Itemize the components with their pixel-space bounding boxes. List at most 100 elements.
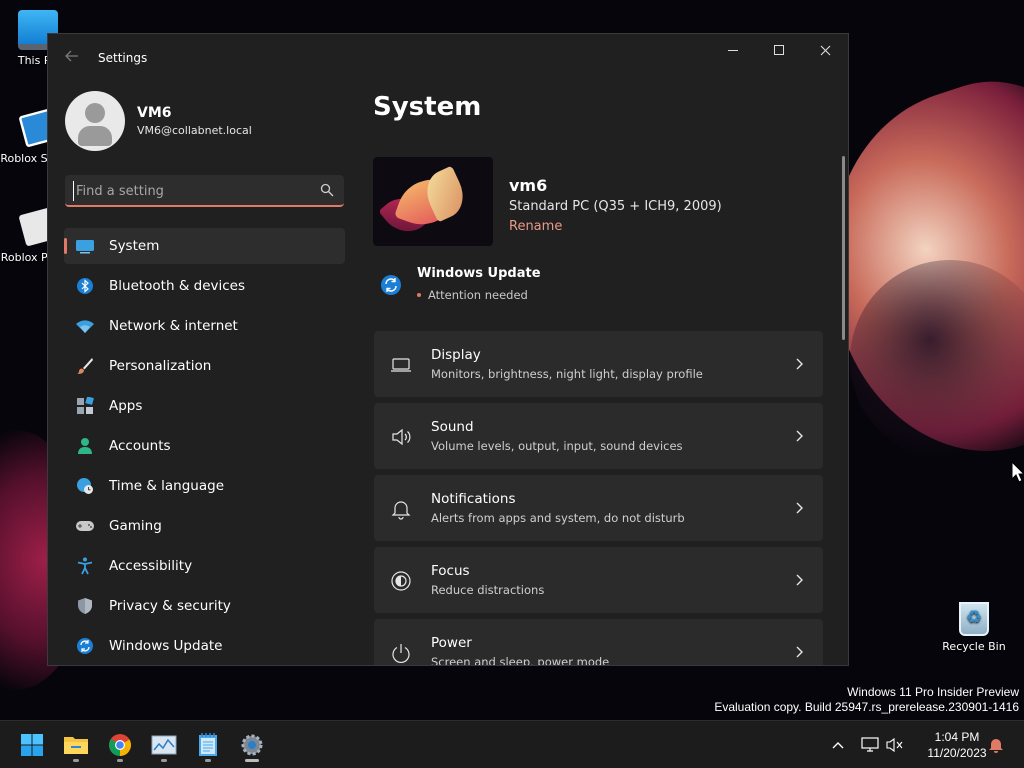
bell-icon [391,501,411,520]
back-button[interactable] [62,48,82,68]
person-icon [75,436,95,456]
sidebar-item-bluetooth[interactable]: Bluetooth & devices [64,268,345,304]
user-email: VM6@collabnet.local [137,124,252,137]
content-scrollbar[interactable] [842,156,845,340]
running-indicator [73,759,79,762]
sidebar-item-label: Bluetooth & devices [109,278,246,294]
sidebar-nav: System Bluetooth & devices Network & int… [64,228,345,665]
app-title: Settings [98,51,148,65]
chevron-right-icon [796,358,803,370]
settings-window: Settings VM6 VM6@collabnet.local Find a … [47,33,849,666]
power-icon [392,644,410,664]
back-arrow-icon [65,50,78,62]
card-description: Alerts from apps and system, do not dist… [431,511,685,525]
chrome-icon [109,734,131,756]
sidebar-item-system[interactable]: System [64,228,345,264]
running-indicator [205,759,211,762]
taskbar-task-manager[interactable] [144,729,184,762]
chevron-up-icon [832,742,844,749]
card-power[interactable]: Power Screen and sleep, power mode [374,619,823,666]
card-sound[interactable]: Sound Volume levels, output, input, soun… [374,403,823,469]
avatar-head [85,103,105,123]
notification-center-button[interactable] [986,735,1006,755]
build-watermark: Windows 11 Pro Insider Preview Evaluatio… [714,685,1019,715]
chevron-right-icon [796,646,803,658]
card-focus[interactable]: Focus Reduce distractions [374,547,823,613]
sidebar-item-label: Apps [109,398,143,414]
sidebar-item-personalization[interactable]: Personalization [64,348,345,384]
monitor-icon [75,236,95,256]
taskbar-file-explorer[interactable] [56,729,96,762]
sidebar-item-label: Privacy & security [109,598,231,614]
sidebar-item-label: Accounts [109,438,171,454]
bluetooth-icon [75,276,95,296]
avatar[interactable] [65,91,125,151]
globe-clock-icon [75,476,95,496]
user-name: VM6 [137,105,172,121]
settings-icon [241,734,263,756]
volume-muted-icon [886,737,903,753]
apps-icon [75,396,95,416]
windows-update-icon[interactable] [380,274,402,296]
sidebar-item-privacy[interactable]: Privacy & security [64,588,345,624]
status-text: Attention needed [428,288,528,302]
desktop-icon-recycle-bin[interactable]: Recycle Bin [936,602,1012,653]
update-icon [75,636,95,656]
windows-update-title[interactable]: Windows Update [417,266,541,281]
card-description: Screen and sleep, power mode [431,655,610,666]
running-indicator [161,759,167,762]
search-icon[interactable] [320,183,334,197]
shield-icon [75,596,95,616]
notification-bell-icon [989,739,1003,753]
watermark-line: Windows 11 Pro Insider Preview [847,685,1019,699]
search-box[interactable] [65,175,344,207]
focus-icon [391,571,411,591]
running-indicator [117,759,123,762]
card-title: Sound [431,419,474,435]
sidebar-item-apps[interactable]: Apps [64,388,345,424]
chevron-right-icon [796,502,803,514]
start-button[interactable] [12,729,52,761]
card-notifications[interactable]: Notifications Alerts from apps and syste… [374,475,823,541]
tray-volume[interactable] [885,735,905,755]
card-display[interactable]: Display Monitors, brightness, night ligh… [374,331,823,397]
taskbar-chrome[interactable] [100,729,140,762]
gamepad-icon [75,516,95,536]
sidebar-item-label: Network & internet [109,318,238,334]
tray-overflow-button[interactable] [828,735,848,755]
sidebar-item-accounts[interactable]: Accounts [64,428,345,464]
desktop-icon-label: Recycle Bin [942,640,1006,653]
sidebar-item-label: Accessibility [109,558,193,574]
sidebar-item-gaming[interactable]: Gaming [64,508,345,544]
taskbar-settings[interactable] [232,729,272,762]
main-content: System vm6 Standard PC (Q35 + ICH9, 2009… [373,34,833,666]
recycle-bin-icon [959,602,989,636]
file-explorer-icon [64,737,88,754]
card-description: Monitors, brightness, night light, displ… [431,367,703,381]
sidebar-item-network[interactable]: Network & internet [64,308,345,344]
notepad-icon [199,733,217,756]
sidebar-item-time-language[interactable]: Time & language [64,468,345,504]
watermark-line: Evaluation copy. Build 25947.rs_prerelea… [714,700,1019,714]
brush-icon [75,356,95,376]
device-model: Standard PC (Q35 + ICH9, 2009) [509,199,722,214]
sidebar-item-windows-update[interactable]: Windows Update [64,628,345,664]
sidebar-item-accessibility[interactable]: Accessibility [64,548,345,584]
mouse-cursor-icon [1011,461,1024,483]
search-input[interactable] [73,181,303,201]
display-icon [391,358,411,372]
sidebar-item-label: Gaming [109,518,162,534]
tray-network[interactable] [860,735,880,755]
sidebar-item-label: Time & language [109,478,225,494]
running-indicator [245,759,259,762]
taskbar-notepad[interactable] [188,729,228,762]
taskbar: 1:04 PM 11/20/2023 [0,720,1024,768]
sidebar-item-label: Personalization [109,358,212,374]
chevron-right-icon [796,430,803,442]
rename-link[interactable]: Rename [509,219,562,234]
card-title: Notifications [431,491,516,507]
chevron-right-icon [796,574,803,586]
accessibility-icon [75,556,95,576]
card-title: Display [431,347,481,363]
avatar-body [78,126,112,146]
